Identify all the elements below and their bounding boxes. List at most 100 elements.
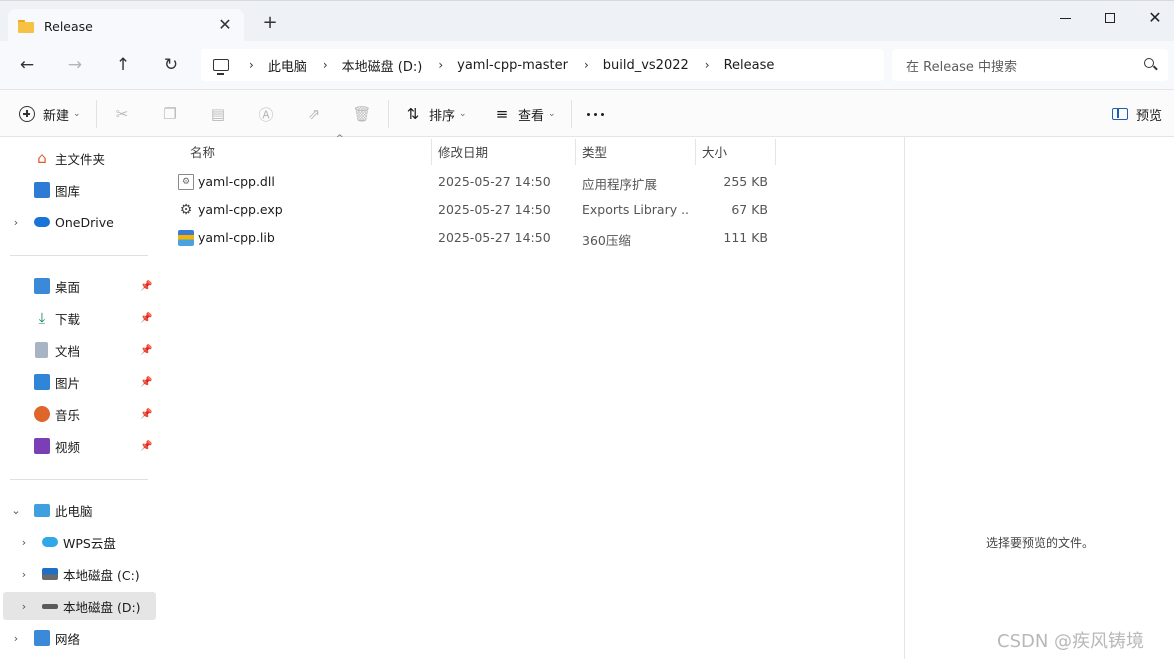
arrow-up-icon: ↑ <box>115 55 131 75</box>
sidebar-item-this-pc[interactable]: ⌄ 此电脑 <box>0 496 158 524</box>
sidebar-item-videos[interactable]: 视频 📌 <box>0 432 158 460</box>
exp-file-icon: ⚙ <box>179 202 193 218</box>
chevron-right-icon[interactable]: › <box>18 536 30 549</box>
sidebar-item-music[interactable]: 音乐 📌 <box>0 400 158 428</box>
file-row[interactable]: ⚙ yaml-cpp.exp 2025-05-27 14:50 Exports … <box>170 196 770 224</box>
search-input[interactable]: 在 Release 中搜索 <box>892 49 1168 81</box>
breadcrumb-drive-d[interactable]: 本地磁盘 (D:) <box>342 56 423 75</box>
column-header-date[interactable]: 修改日期 <box>438 137 574 165</box>
arrow-right-icon: → <box>67 55 83 75</box>
rename-button[interactable]: Ⓐ <box>256 102 282 126</box>
watermark: CSDN @疾风铸境 <box>997 631 1145 652</box>
breadcrumb-release[interactable]: Release <box>724 58 775 73</box>
file-row[interactable]: yaml-cpp.dll 2025-05-27 14:50 应用程序扩展 255… <box>170 168 770 196</box>
pin-icon[interactable]: 📌 <box>140 313 152 324</box>
sidebar-item-drive-d[interactable]: › 本地磁盘 (D:) <box>3 592 156 620</box>
sidebar-item-pictures[interactable]: 图片 📌 <box>0 368 158 396</box>
sidebar-item-documents[interactable]: 文档 📌 <box>0 336 158 364</box>
drive-c-icon <box>42 568 58 580</box>
tab-title: Release <box>44 18 93 34</box>
sidebar-item-label: WPS云盘 <box>63 535 116 551</box>
minimize-button[interactable] <box>1045 5 1085 31</box>
address-bar[interactable]: › 此电脑 › 本地磁盘 (D:) › yaml-cpp-master › bu… <box>201 49 884 81</box>
desktop-icon <box>34 278 50 294</box>
pin-icon[interactable]: 📌 <box>140 409 152 420</box>
sidebar-item-label: 本地磁盘 (C:) <box>63 567 140 583</box>
plus-circle-icon <box>19 106 35 122</box>
file-date: 2025-05-27 14:50 <box>438 230 551 245</box>
column-divider[interactable] <box>775 139 776 165</box>
chevron-right-icon: › <box>322 58 328 72</box>
pin-icon[interactable]: 📌 <box>140 377 152 388</box>
up-button[interactable]: ↑ <box>111 53 135 77</box>
breadcrumb-this-pc[interactable]: 此电脑 <box>268 56 307 75</box>
sidebar-item-drive-c[interactable]: › 本地磁盘 (C:) <box>0 560 158 588</box>
pin-icon[interactable]: 📌 <box>140 281 152 292</box>
back-button[interactable]: ← <box>15 53 39 77</box>
sort-icon: ⇅ <box>406 105 420 123</box>
column-header-size[interactable]: 大小 <box>702 137 774 165</box>
sidebar-item-label: 文档 <box>55 343 81 359</box>
column-divider[interactable] <box>431 139 432 165</box>
delete-button[interactable]: 🗑 <box>352 102 378 126</box>
breadcrumb-yaml-cpp-master[interactable]: yaml-cpp-master <box>457 58 568 73</box>
tab-release[interactable]: Release ✕ <box>8 9 244 43</box>
chevron-right-icon[interactable]: › <box>10 216 22 229</box>
sidebar-item-wps-cloud[interactable]: › WPS云盘 <box>0 528 158 556</box>
sidebar-item-label: 图库 <box>55 183 81 199</box>
copy-button[interactable]: ❐ <box>160 102 186 126</box>
sidebar-item-label: 网络 <box>55 631 81 647</box>
column-divider[interactable] <box>695 139 696 165</box>
column-header-name[interactable]: 名称 ^ <box>190 134 430 165</box>
refresh-icon: ↻ <box>163 55 179 75</box>
column-divider[interactable] <box>575 139 576 165</box>
music-icon <box>34 406 50 422</box>
forward-button[interactable]: → <box>63 53 87 77</box>
sidebar-item-onedrive[interactable]: › OneDrive <box>0 208 158 236</box>
sort-button[interactable]: ⇅ 排序 ⌄ <box>403 102 467 126</box>
file-row[interactable]: yaml-cpp.lib 2025-05-27 14:50 360压缩 111 … <box>170 224 770 252</box>
folder-icon <box>18 19 34 33</box>
sidebar-item-gallery[interactable]: 图库 <box>0 176 158 204</box>
more-options-button[interactable] <box>585 102 606 126</box>
column-name-label: 名称 <box>190 144 216 160</box>
close-window-button[interactable]: ✕ <box>1135 5 1174 31</box>
sidebar-item-label: 下载 <box>55 311 81 327</box>
file-date: 2025-05-27 14:50 <box>438 174 551 189</box>
pin-icon[interactable]: 📌 <box>140 441 152 452</box>
sidebar-item-label: 本地磁盘 (D:) <box>63 599 141 615</box>
view-button[interactable]: ≡ 查看 ⌄ <box>492 102 556 126</box>
chevron-right-icon[interactable]: › <box>10 632 22 645</box>
chevron-right-icon[interactable]: › <box>18 568 30 581</box>
new-button[interactable]: 新建 ⌄ <box>17 102 81 126</box>
arrow-left-icon: ← <box>19 55 35 75</box>
sidebar-item-desktop[interactable]: 桌面 📌 <box>0 272 158 300</box>
share-button[interactable]: ⇗ <box>304 102 330 126</box>
dot <box>594 112 597 116</box>
chevron-down-icon[interactable]: ⌄ <box>10 504 22 517</box>
cloud-icon <box>42 537 58 547</box>
sidebar-item-label: 音乐 <box>55 407 81 423</box>
preview-pane-button[interactable]: 预览 <box>1110 102 1162 126</box>
sidebar-item-home[interactable]: ⌂ 主文件夹 <box>0 144 158 172</box>
maximize-button[interactable] <box>1090 5 1130 31</box>
chevron-right-icon[interactable]: › <box>18 600 30 613</box>
gallery-icon <box>34 182 50 198</box>
refresh-button[interactable]: ↻ <box>159 53 183 77</box>
breadcrumb-build-vs2022[interactable]: build_vs2022 <box>603 58 689 73</box>
sidebar-item-label: 主文件夹 <box>55 151 106 167</box>
pin-icon[interactable]: 📌 <box>140 345 152 356</box>
column-header-type[interactable]: 类型 <box>582 137 694 165</box>
paste-button[interactable]: ▤ <box>208 102 234 126</box>
new-label: 新建 <box>43 108 70 124</box>
view-label: 查看 <box>518 108 545 124</box>
sidebar-item-network[interactable]: › 网络 <box>0 624 158 652</box>
close-tab-icon[interactable]: ✕ <box>216 16 234 34</box>
sidebar-item-downloads[interactable]: ⤓ 下载 📌 <box>0 304 158 332</box>
rename-icon: Ⓐ <box>258 105 274 124</box>
sort-label: 排序 <box>429 108 456 124</box>
sidebar-item-label: 此电脑 <box>55 503 93 519</box>
new-tab-button[interactable]: + <box>261 14 279 32</box>
cut-button[interactable]: ✂ <box>112 102 138 126</box>
divider <box>10 255 148 256</box>
